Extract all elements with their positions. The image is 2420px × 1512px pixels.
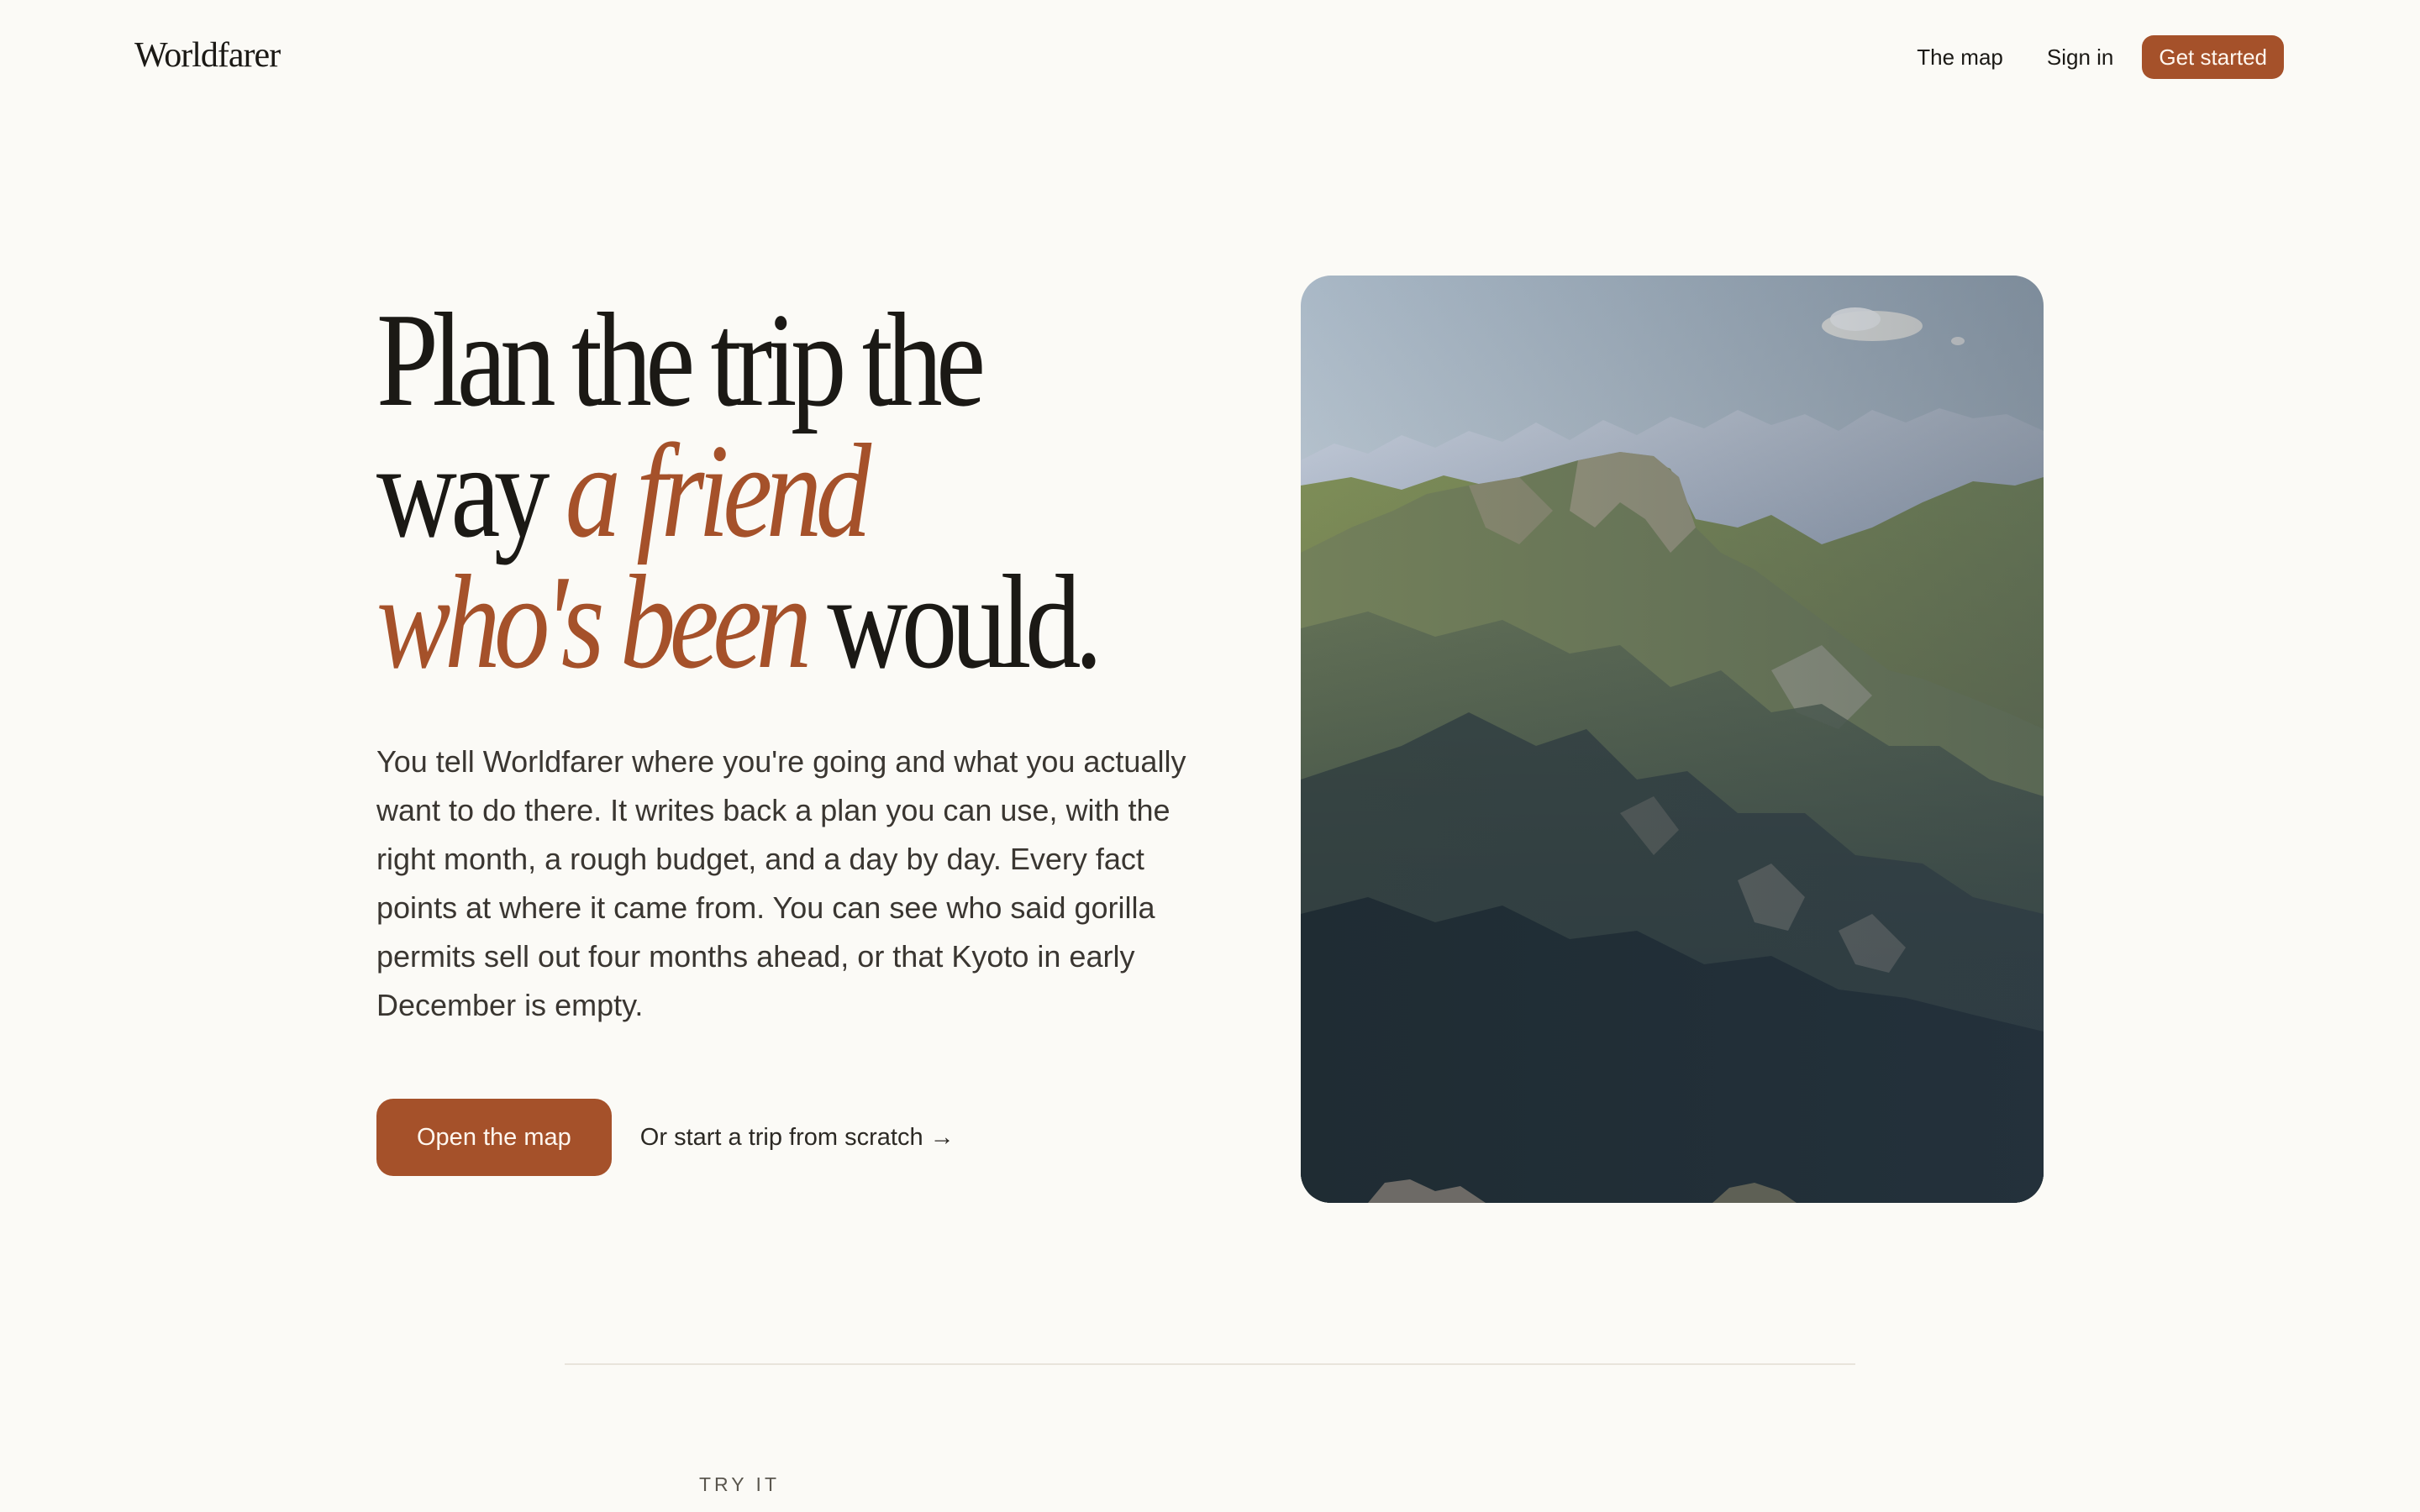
headline-line-1: Plan the trip the bbox=[376, 285, 986, 434]
hero-copy: Plan the trip the way a friend who's bee… bbox=[376, 292, 1234, 1176]
headline-line-2-plain: way bbox=[376, 416, 566, 565]
nav-links: The map Sign in Get started bbox=[1917, 35, 2284, 79]
brand-logo[interactable]: Worldfarer bbox=[134, 35, 281, 76]
headline-line-2-accent: a friend bbox=[565, 416, 872, 565]
nav-link-the-map[interactable]: The map bbox=[1917, 35, 2003, 79]
get-started-button[interactable]: Get started bbox=[2142, 35, 2284, 79]
hero-mountain-image bbox=[1301, 276, 2044, 1203]
hero-description: You tell Worldfarer where you're going a… bbox=[376, 744, 1186, 1022]
section-divider bbox=[565, 1363, 1855, 1365]
top-navigation: Worldfarer The map Sign in Get started bbox=[0, 0, 2420, 113]
try-it-eyebrow: TRY IT bbox=[699, 1473, 780, 1495]
hero-actions: Open the map Or start a trip from scratc… bbox=[376, 1099, 955, 1176]
open-the-map-button[interactable]: Open the map bbox=[376, 1099, 612, 1176]
headline-line-3-plain: would. bbox=[805, 547, 1102, 696]
headline-line-3-accent: who's been bbox=[376, 547, 812, 696]
mountain-landscape-illustration bbox=[1301, 276, 2044, 1203]
nav-link-sign-in[interactable]: Sign in bbox=[2047, 35, 2114, 79]
hero-headline: Plan the trip the way a friend who's bee… bbox=[376, 292, 1255, 689]
landing-page: Worldfarer The map Sign in Get started P… bbox=[0, 0, 2420, 1512]
start-from-scratch-link[interactable]: Or start a trip from scratch → bbox=[640, 1124, 955, 1152]
